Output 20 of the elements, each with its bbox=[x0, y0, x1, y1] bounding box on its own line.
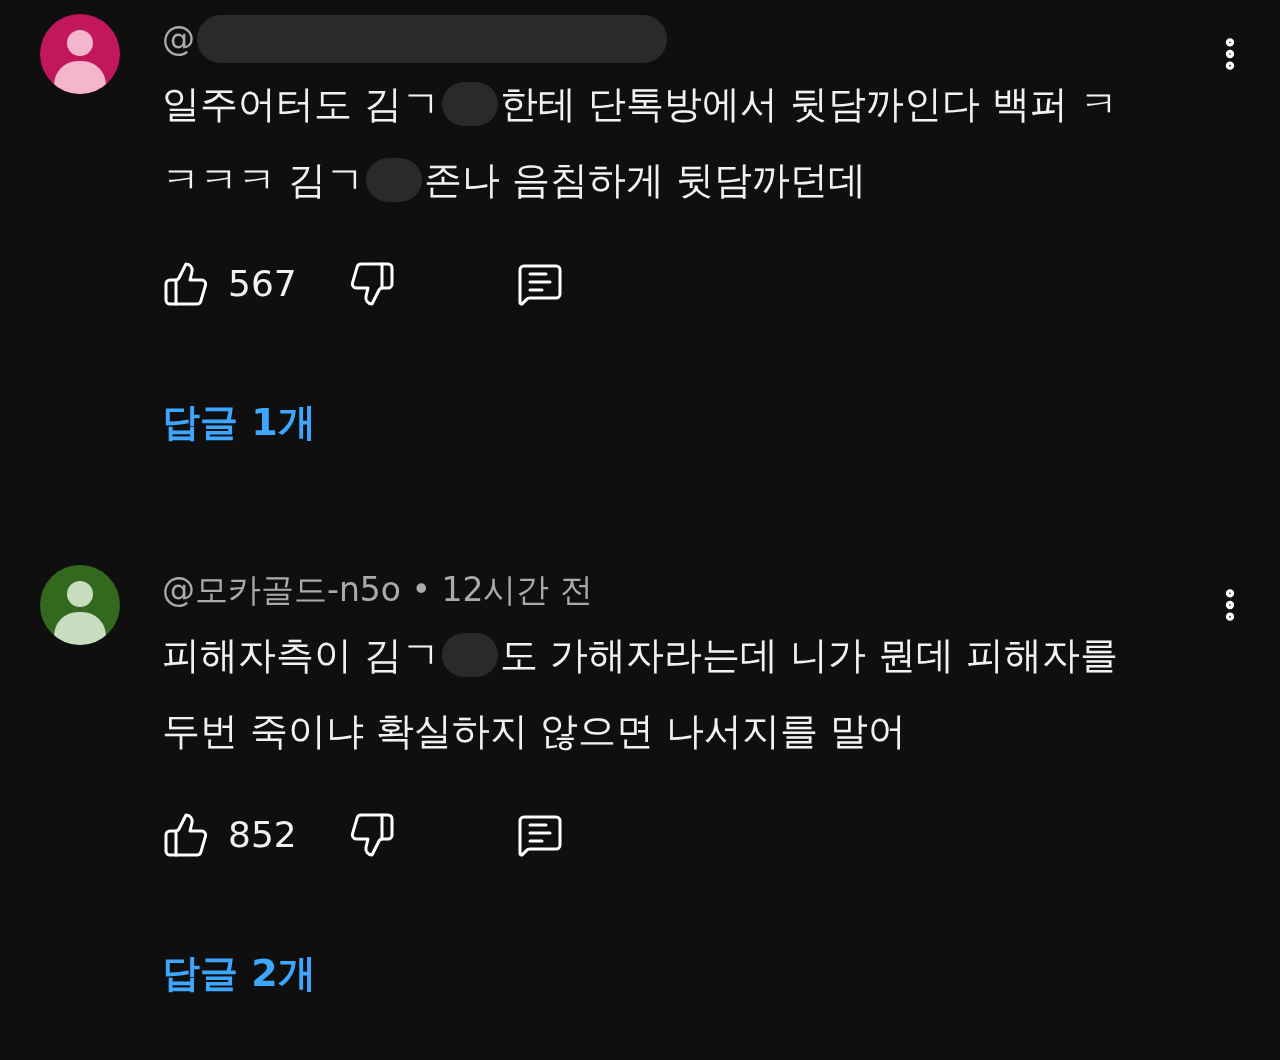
comment-text: 피해자측이 김ㄱ bbox=[162, 632, 441, 679]
thumbs-up-icon[interactable] bbox=[162, 260, 210, 308]
author-name[interactable]: @모카골드-n5o • 12시간 전 bbox=[162, 565, 593, 615]
comment-text: ㅋㅋㅋ 김ㄱ bbox=[162, 157, 365, 204]
comment-text: 일주어터도 김ㄱ bbox=[162, 81, 441, 128]
comment-text: 존나 음침하게 뒷담까던데 bbox=[424, 157, 867, 204]
thumbs-up-icon[interactable] bbox=[162, 811, 210, 859]
redaction-mark bbox=[442, 82, 499, 126]
redaction-mark bbox=[442, 633, 499, 677]
comment-text: 두번 죽이냐 확실하지 않으면 나서지를 말어 bbox=[162, 708, 907, 755]
redaction-mark bbox=[366, 158, 423, 202]
replies-link[interactable]: 답글 1개 bbox=[162, 394, 316, 451]
comment-text: 도 가해자라는데 니가 뭔데 피해자를 bbox=[500, 632, 1119, 679]
like-count: 567 bbox=[228, 262, 298, 306]
author-name[interactable]: @ bbox=[162, 14, 195, 64]
thumbs-down-icon[interactable] bbox=[348, 811, 396, 859]
like-count: 852 bbox=[228, 813, 298, 857]
comment-text: 한테 단톡방에서 뒷담까인다 백퍼 ㅋ bbox=[500, 81, 1119, 128]
thumbs-down-icon[interactable] bbox=[348, 260, 396, 308]
replies-link[interactable]: 답글 2개 bbox=[162, 945, 316, 1002]
